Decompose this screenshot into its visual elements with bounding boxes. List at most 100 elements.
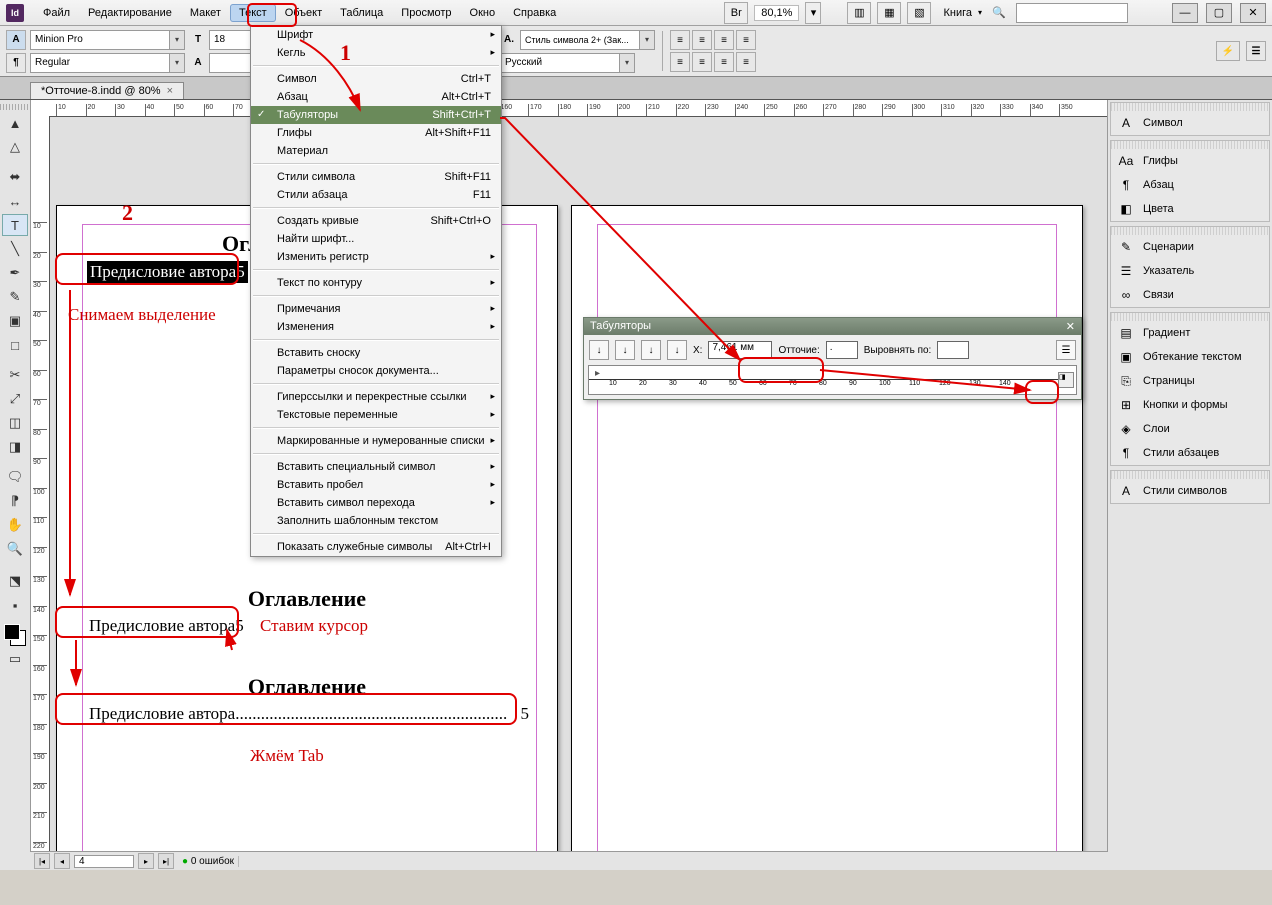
gradient-feather-tool[interactable]: ◨ [2,436,28,458]
hand-tool[interactable]: ✋ [2,514,28,536]
panel-Абзац[interactable]: ¶Абзац [1111,173,1269,197]
panel-close-icon[interactable]: ✕ [1066,320,1075,333]
menu-item[interactable]: Вставить специальный символ [251,458,501,476]
tab-align-input[interactable] [937,341,969,359]
type-tool[interactable]: T [2,214,28,236]
page-number-field[interactable]: 4 [74,855,134,868]
menu-объект[interactable]: Объект [276,4,331,22]
menu-item[interactable]: Вставить пробел [251,476,501,494]
search-input[interactable] [1016,3,1128,23]
eyedropper-tool[interactable]: ⁋ [2,490,28,512]
menu-item[interactable]: Стили символаShift+F11 [251,168,501,186]
align-justify-icon[interactable]: ≡ [736,30,756,50]
panel-Обтекание текстом[interactable]: ▣Обтекание текстом [1111,345,1269,369]
quick-apply-icon[interactable]: ⚡ [1216,41,1240,61]
panel-Указатель[interactable]: ☰Указатель [1111,259,1269,283]
apply-color-icon[interactable]: ▪ [2,594,28,616]
dropdown-icon[interactable]: ▾ [640,30,655,50]
page-right[interactable] [571,205,1083,870]
menu-item[interactable]: Стили абзацаF11 [251,186,501,204]
align-right-icon[interactable]: ≡ [714,30,734,50]
scissors-tool[interactable]: ✂ [2,364,28,386]
menu-item[interactable]: Шрифт [251,26,501,44]
frame-tool[interactable]: ▣ [2,310,28,332]
tab-left-align-icon[interactable]: ↓ [589,340,609,360]
char-style-field[interactable]: Стиль символа 2+ (Зак... [520,30,640,50]
gap-tool[interactable]: ↔ [2,190,28,212]
panel-Кнопки и формы[interactable]: ⊞Кнопки и формы [1111,393,1269,417]
screen-mode-icon[interactable]: ▥ [847,2,871,24]
tab-center-align-icon[interactable]: ↓ [615,340,635,360]
next-page-button[interactable]: ▸ [138,853,154,869]
panel-Цвета[interactable]: ◧Цвета [1111,197,1269,221]
prev-page-button[interactable]: ◂ [54,853,70,869]
menu-item[interactable]: Гиперссылки и перекрестные ссылки [251,388,501,406]
menu-item[interactable]: Примечания [251,300,501,318]
align-icon[interactable]: ≡ [714,52,734,72]
menu-item[interactable]: Заполнить шаблонным текстом [251,512,501,530]
view-icon[interactable]: ▧ [907,2,931,24]
align-icon[interactable]: ≡ [692,52,712,72]
gradient-swatch-tool[interactable]: ◫ [2,412,28,434]
menu-item[interactable]: Маркированные и нумерованные списки [251,432,501,450]
color-swatch[interactable] [4,624,26,646]
workspace-label[interactable]: Книга [943,7,972,19]
menu-item[interactable]: СимволCtrl+T [251,70,501,88]
menu-макет[interactable]: Макет [181,4,230,22]
tabs-ruler[interactable]: ▸ 102030405060708090100110120130140 ◨ [588,365,1077,395]
font-size-field[interactable]: 18 [209,30,253,50]
menu-item[interactable]: Найти шрифт... [251,230,501,248]
toc-line-dotted[interactable]: Предисловие автора .....................… [89,704,529,724]
grip[interactable] [0,104,30,110]
tab-right-align-icon[interactable]: ↓ [641,340,661,360]
close-button[interactable]: ✕ [1240,3,1266,23]
char-mode-icon[interactable]: A [6,30,26,50]
arrange-icon[interactable]: ▦ [877,2,901,24]
tabs-panel[interactable]: Табуляторы✕ ↓ ↓ ↓ ↓ X: 7,461 мм Отточие:… [583,317,1082,400]
view-mode-icon[interactable]: ▭ [2,648,28,670]
close-tab-icon[interactable]: × [167,85,173,97]
font-family-field[interactable]: Minion Pro [30,30,170,50]
document-canvas[interactable]: 1020304050607080901001101201301401501601… [31,100,1107,870]
direct-selection-tool[interactable]: △ [2,136,28,158]
panel-Градиент[interactable]: ▤Градиент [1111,321,1269,345]
panel-menu-icon[interactable]: ☰ [1246,41,1266,61]
menu-файл[interactable]: Файл [34,4,79,22]
menu-item[interactable]: Текст по контуру [251,274,501,292]
toc-line[interactable]: Предисловие автора5 [89,616,244,636]
zoom-tool[interactable]: 🔍 [2,538,28,560]
pen-tool[interactable]: ✒ [2,262,28,284]
menu-item[interactable]: Изменить регистр [251,248,501,266]
dropdown-icon[interactable]: ▾ [170,53,185,73]
fill-stroke-toggle[interactable]: ⬔ [2,570,28,592]
panel-Слои[interactable]: ◈Слои [1111,417,1269,441]
first-page-button[interactable]: |◂ [34,853,50,869]
panel-Стили символов[interactable]: AСтили символов [1111,479,1269,503]
bridge-icon[interactable]: Br [724,2,748,24]
align-icon[interactable]: ≡ [736,52,756,72]
menu-редактирование[interactable]: Редактирование [79,4,181,22]
transform-tool[interactable]: ⤢ [2,388,28,410]
preflight-status[interactable]: ● 0 ошибок [178,856,239,867]
menu-item[interactable]: Материал [251,142,501,160]
menu-item[interactable]: ТабуляторыShift+Ctrl+T [251,106,501,124]
leading-field[interactable] [209,53,253,73]
selection-tool[interactable]: ▲ [2,112,28,134]
font-style-field[interactable]: Regular [30,53,170,73]
menu-item[interactable]: АбзацAlt+Ctrl+T [251,88,501,106]
panel-Сценарии[interactable]: ✎Сценарии [1111,235,1269,259]
zoom-dropdown[interactable]: ▾ [805,2,821,24]
document-tab[interactable]: *Отточие-8.indd @ 80%× [30,82,184,99]
panel-Связи[interactable]: ∞Связи [1111,283,1269,307]
menu-текст[interactable]: Текст [230,4,276,22]
menu-item[interactable]: Изменения [251,318,501,336]
menu-окно[interactable]: Окно [461,4,505,22]
tab-x-input[interactable]: 7,461 мм [708,341,772,359]
panel-Глифы[interactable]: AaГлифы [1111,149,1269,173]
selected-text[interactable]: Предисловие автора5 [87,261,248,283]
align-icon[interactable]: ≡ [670,52,690,72]
snap-above-frame-icon[interactable]: ◨ [1058,372,1074,388]
zoom-field[interactable]: 80,1% [754,5,799,21]
panel-Страницы[interactable]: ⎘Страницы [1111,369,1269,393]
align-center-icon[interactable]: ≡ [692,30,712,50]
